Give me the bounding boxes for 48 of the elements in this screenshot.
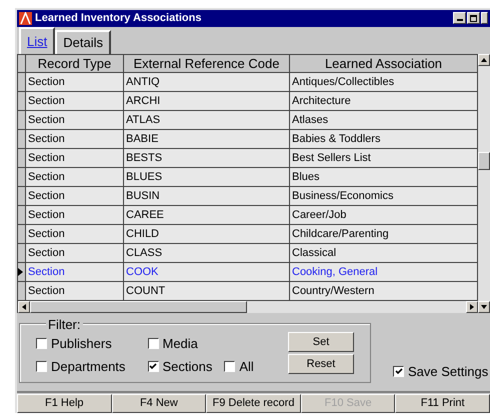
checkbox[interactable] (148, 360, 158, 372)
checkbox-label: Media (162, 335, 198, 353)
function-key-button[interactable]: F9 Delete record (206, 394, 301, 413)
table-row[interactable]: Section ARCHI Architecture (18, 92, 478, 111)
scrollbar-thumb[interactable] (30, 301, 247, 313)
maximize-button[interactable] (467, 12, 480, 24)
minimize-button[interactable] (453, 12, 466, 24)
filter-button[interactable]: Set (288, 332, 354, 352)
table-row[interactable]: Section CHILD Childcare/Parenting (18, 225, 478, 244)
window-title: Learned Inventory Associations (35, 11, 202, 26)
checkbox[interactable] (393, 366, 404, 377)
scroll-down-button[interactable] (478, 301, 490, 313)
checkbox-label: Save Settings (408, 362, 488, 381)
function-key-button[interactable]: F4 New (112, 394, 206, 413)
row-pointer-icon (18, 268, 23, 276)
table-row[interactable]: Section BESTS Best Sellers List (18, 149, 478, 168)
right-arrow-icon (468, 303, 476, 311)
table-row[interactable]: Section CAREE Career/Job (18, 206, 478, 225)
function-key-button[interactable]: F11 Print (395, 394, 490, 413)
up-arrow-icon (480, 56, 488, 64)
table-row[interactable]: Section BUSIN Business/Economics (18, 187, 478, 206)
scrollbar-thumb[interactable] (478, 152, 490, 170)
checkbox[interactable] (224, 360, 236, 372)
checkmark-icon (149, 362, 157, 370)
checkbox[interactable] (36, 360, 47, 372)
checkbox[interactable] (148, 338, 158, 350)
scroll-right-button[interactable] (466, 301, 478, 313)
checkbox[interactable] (36, 338, 47, 350)
table-row[interactable]: Section BABIE Babies & Toddlers (18, 130, 478, 149)
checkbox-label: All (239, 358, 254, 376)
app-logo-icon (19, 12, 32, 25)
checkbox-label: Publishers (51, 335, 112, 353)
table-row[interactable]: Section BLUES Blues (18, 168, 478, 187)
left-arrow-icon (20, 303, 28, 311)
table-row[interactable]: Section COUNT Country/Western (18, 282, 478, 301)
table-row[interactable]: Section ANTIQ Antiques/Collectibles (18, 73, 478, 92)
checkbox-label: Sections (162, 358, 212, 376)
checkbox-label: Departments (51, 358, 126, 376)
checkmark-icon (394, 368, 402, 375)
table-row[interactable]: Section COOK Cooking, General (18, 263, 478, 282)
scroll-up-button[interactable] (478, 54, 490, 66)
scroll-left-button[interactable] (18, 301, 30, 313)
filter-button[interactable]: Reset (288, 354, 354, 374)
down-arrow-icon (480, 303, 488, 311)
table-row[interactable]: Section ATLAS Atlases (18, 111, 478, 130)
function-key-button[interactable]: F1 Help (17, 394, 112, 413)
close-button[interactable] (481, 12, 488, 24)
table-row[interactable]: Section CLASS Classical (18, 244, 478, 263)
